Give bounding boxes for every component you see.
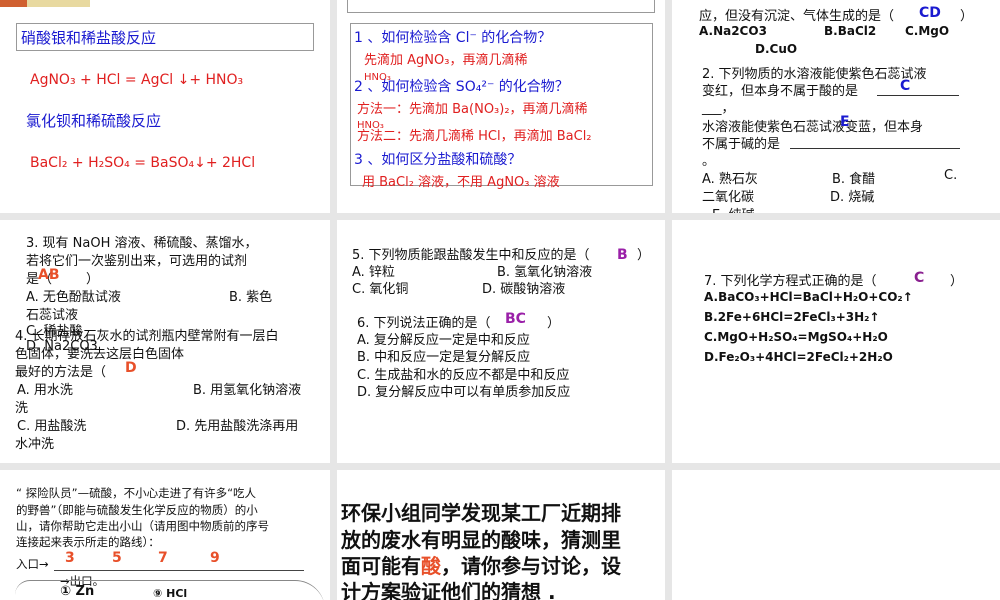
answer: D — [125, 360, 137, 376]
diagram-label: ⑨ HCl — [153, 587, 188, 600]
answer: CD — [919, 5, 941, 21]
bracket: ） — [950, 274, 964, 289]
slide-thumbnail-1[interactable]: 硝酸银和稀盐酸反应 AgNO₃ + HCl = AgCl ↓+ HNO₃ 氯化钡… — [0, 0, 330, 213]
question-line: 3. 现有 NaOH 溶液、稀硫酸、蒸馏水， — [26, 236, 258, 251]
entry-label: 入口→ — [16, 557, 49, 571]
subtitle: 氯化钡和稀硫酸反应 — [26, 112, 162, 130]
bracket: ） — [547, 316, 561, 331]
option: C. 氧化铜 — [352, 282, 409, 297]
slide-thumbnail-2[interactable]: 1 、如何检验含 Cl⁻ 的化合物？ 先滴加 AgNO₃，再滴几滴稀 HNO₃ … — [337, 0, 665, 213]
path-blanks — [54, 570, 304, 571]
option: A. 用水洗 — [17, 383, 73, 398]
answer: 方法一：先滴加 Ba(NO₃)₂，再滴几滴稀 — [357, 102, 588, 117]
equation: AgNO₃ + HCl = AgCl ↓+ HNO₃ — [30, 72, 244, 88]
path-step: 9 — [210, 550, 220, 566]
answer: BC — [505, 311, 526, 327]
option: C.MgO+H₂SO₄=MgSO₄+H₂O — [704, 330, 888, 344]
option: C.MgO — [905, 24, 950, 38]
question-line: 最好的方法是（ — [15, 365, 107, 380]
option: C. 用盐酸洗 — [17, 419, 87, 434]
text-line: 计方案验证他们的猜想 . — [341, 580, 556, 600]
slide-image — [0, 0, 90, 7]
option: B.2Fe+6HCl=2FeCl₃+3H₂↑ — [704, 310, 880, 324]
text-line: 山，请你帮助它走出小山（请用图中物质前的序号 — [16, 519, 269, 533]
text-line: “ 探险队员”—硫酸，不小心走进了有许多“吃人 — [16, 486, 257, 500]
slide-thumbnail-6[interactable]: 7. 下列化学方程式正确的是（ C ） A.BaCO₃+HCl=BaCl+H₂O… — [672, 220, 1000, 463]
text-line: 面可能有酸，请你参与讨论，设 — [341, 550, 621, 579]
slide-thumbnail-8[interactable]: 环保小组同学发现某工厂近期排 放的废水有明显的酸味，猜测里 面可能有酸，请你参与… — [337, 470, 665, 600]
option: C. — [944, 168, 958, 183]
option: D. 先用盐酸洗涤再用 — [176, 419, 299, 434]
path-step: 3 — [65, 550, 75, 566]
text-segment: 面可能有 — [341, 554, 421, 578]
option: A.BaCO₃+HCl=BaCl+H₂O+CO₂↑ — [704, 290, 913, 304]
option: B. 用氢氧化钠溶液 — [193, 383, 302, 398]
answer: AB — [38, 267, 60, 283]
text-line: 的野兽”（即能与硫酸发生化学反应的物质）的小 — [16, 503, 258, 517]
slide-thumbnail-9[interactable] — [672, 470, 1000, 600]
answer: C — [900, 78, 911, 94]
option: D. 碳酸钠溶液 — [482, 282, 566, 297]
option: D. 复分解反应中可以有单质参加反应 — [357, 385, 571, 400]
option: 二氧化碳 — [702, 190, 755, 205]
option: 洗 — [15, 401, 29, 416]
question-line: 应，但没有沉淀、气体生成的是（ — [699, 9, 895, 24]
answer: 用 BaCl₂ 溶液，不用 AgNO₃ 溶液 — [362, 175, 560, 190]
option: 水冲洗 — [15, 437, 55, 452]
option: B. 食醋 — [832, 172, 876, 187]
top-box — [347, 0, 655, 13]
question-line: 4. 长期存放石灰水的试剂瓶内壁常附有一层白 — [15, 329, 279, 344]
text-line: 连接起来表示所走的路线）： — [16, 535, 160, 549]
option: A. 熟石灰 — [702, 172, 758, 187]
slide-thumbnail-3[interactable]: 应，但没有沉淀、气体生成的是（ CD ） A.Na2CO3 B.BaCl2 C.… — [672, 0, 1000, 213]
question: 2 、如何检验含 SO₄²⁻ 的化合物？ — [354, 79, 569, 95]
answer: 方法二：先滴几滴稀 HCl，再滴加 BaCl₂ — [357, 129, 592, 144]
bracket: ） — [637, 248, 651, 263]
slide-thumbnail-4[interactable]: 3. 现有 NaOH 溶液、稀硫酸、蒸馏水， 若将它们一次鉴别出来，可选用的试剂… — [0, 220, 330, 463]
question-line: 色固体，要洗去这层白色固体 — [15, 347, 185, 362]
highlight-word: 酸 — [421, 554, 441, 578]
option: D. 烧碱 — [830, 190, 875, 205]
equation: BaCl₂ + H₂SO₄ = BaSO₄↓+ 2HCl — [30, 155, 256, 171]
option: D.Fe₂O₃+4HCl=2FeCl₂+2H₂O — [704, 350, 893, 364]
diagram-label: ① Zn — [60, 584, 95, 599]
bracket: ） — [86, 272, 100, 287]
slide-thumbnail-7[interactable]: “ 探险队员”—硫酸，不小心走进了有许多“吃人 的野兽”（即能与硫酸发生化学反应… — [0, 470, 330, 600]
option: D.CuO — [755, 42, 798, 56]
slide-thumbnail-5[interactable]: 5. 下列物质能跟盐酸发生中和反应的是（ B ） A. 锌粒 B. 氢氧化钠溶液… — [337, 220, 665, 463]
bracket: ） — [960, 9, 974, 24]
answer: 先滴加 AgNO₃，再滴几滴稀 — [364, 53, 528, 68]
text-line: 放的废水有明显的酸味，猜测里 — [341, 528, 621, 552]
option: B.BaCl2 — [824, 24, 877, 38]
path-step: 7 — [158, 550, 168, 566]
option: B. 中和反应一定是复分解反应 — [357, 350, 531, 365]
option: A. 无色酚酞试液 — [26, 290, 121, 305]
option: E. 纯碱 — [712, 204, 754, 213]
question-line: 7. 下列化学方程式正确的是（ — [704, 274, 877, 289]
answer: C — [914, 270, 925, 286]
answer: E — [840, 114, 850, 130]
option: A.Na2CO3 — [699, 24, 767, 38]
answer-blank — [790, 148, 960, 149]
text-line: 环保小组同学发现某工厂近期排 — [341, 501, 621, 525]
text-segment: ，请你参与讨论，设 — [441, 554, 621, 578]
question: 3 、如何区分盐酸和硫酸？ — [354, 152, 522, 168]
question: 1 、如何检验含 Cl⁻ 的化合物？ — [354, 30, 552, 46]
path-step: 5 — [112, 550, 122, 566]
answer: B — [617, 247, 628, 263]
blank: ___， — [702, 101, 735, 116]
option: B. 紫色 — [229, 290, 273, 305]
period: 。 — [702, 154, 716, 169]
slide-title: 硝酸银和稀盐酸反应 — [21, 29, 157, 47]
answer-blank — [877, 95, 959, 96]
